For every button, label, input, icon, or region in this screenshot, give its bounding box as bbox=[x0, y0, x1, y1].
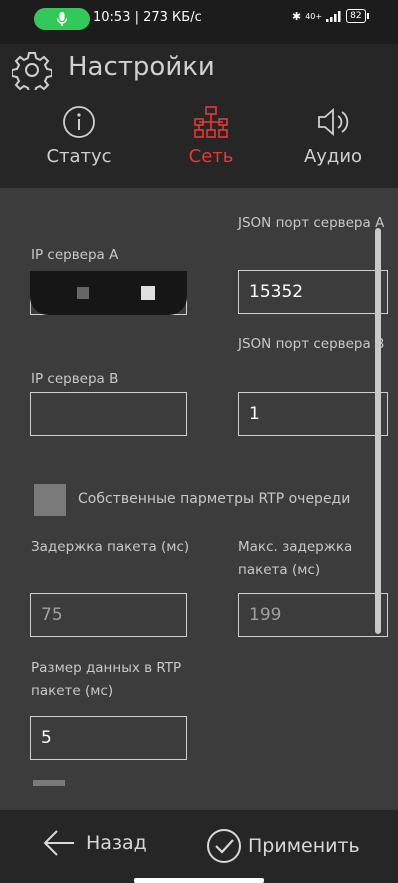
home-indicator[interactable] bbox=[134, 878, 264, 883]
rtp-queue-checkbox[interactable] bbox=[34, 484, 66, 516]
tab-network-label: Сеть bbox=[188, 146, 234, 167]
signal-text: 40+ bbox=[305, 11, 323, 21]
tab-network[interactable]: Сеть bbox=[156, 104, 266, 184]
partial-checkbox[interactable] bbox=[33, 780, 65, 786]
server-a-json-port-input[interactable]: 15352 bbox=[238, 270, 388, 314]
microphone-icon bbox=[56, 12, 68, 26]
back-button[interactable]: Назад bbox=[42, 828, 147, 858]
server-b-json-port-input[interactable]: 1 bbox=[238, 392, 388, 436]
status-indicators: ✱ 40+ 82 bbox=[292, 9, 370, 23]
packet-delay-label: Задержка пакета (мс) bbox=[31, 539, 190, 555]
redacted-overlay bbox=[30, 271, 187, 315]
info-icon bbox=[63, 106, 95, 138]
check-circle-icon bbox=[207, 829, 241, 863]
status-time-speed: 10:53 | 273 КБ/с bbox=[93, 10, 202, 25]
speaker-icon bbox=[318, 108, 349, 136]
apply-button-label: Применить bbox=[248, 835, 360, 857]
battery-icon: 82 bbox=[346, 9, 370, 23]
arrow-left-icon bbox=[43, 830, 74, 856]
tab-audio-label: Аудио bbox=[303, 146, 363, 167]
tab-status[interactable]: Статус bbox=[24, 104, 134, 184]
gear-icon[interactable] bbox=[12, 50, 52, 90]
network-icon bbox=[194, 106, 228, 138]
rtp-queue-checkbox-label: Собственные парметры RTP очереди bbox=[78, 491, 351, 507]
apply-button[interactable]: Применить bbox=[206, 828, 360, 864]
packet-delay-input[interactable]: 75 bbox=[30, 593, 187, 637]
server-b-ip-input[interactable] bbox=[30, 392, 187, 436]
server-a-ip-label: IP сервера А bbox=[31, 247, 119, 263]
bluetooth-icon: ✱ bbox=[292, 9, 302, 23]
page-title: Настройки bbox=[68, 52, 215, 82]
rtp-data-size-label: Размер данных в RTP пакете (мс) bbox=[31, 660, 182, 699]
tab-status-label: Статус bbox=[46, 146, 112, 167]
max-packet-delay-label: Макс. задержка пакета (мс) bbox=[238, 539, 353, 578]
tab-audio[interactable]: Аудио bbox=[278, 104, 388, 184]
server-b-json-port-label: JSON порт сервера B bbox=[238, 336, 385, 352]
server-b-ip-label: IP сервера B bbox=[31, 371, 119, 387]
scrollbar[interactable] bbox=[375, 228, 381, 634]
microphone-indicator[interactable] bbox=[34, 8, 90, 30]
signal-icon bbox=[326, 10, 341, 22]
back-button-label: Назад bbox=[86, 832, 147, 854]
rtp-data-size-input[interactable]: 5 bbox=[30, 716, 187, 760]
server-a-json-port-label: JSON порт сервера А bbox=[238, 215, 385, 231]
max-packet-delay-input[interactable]: 199 bbox=[238, 593, 388, 637]
